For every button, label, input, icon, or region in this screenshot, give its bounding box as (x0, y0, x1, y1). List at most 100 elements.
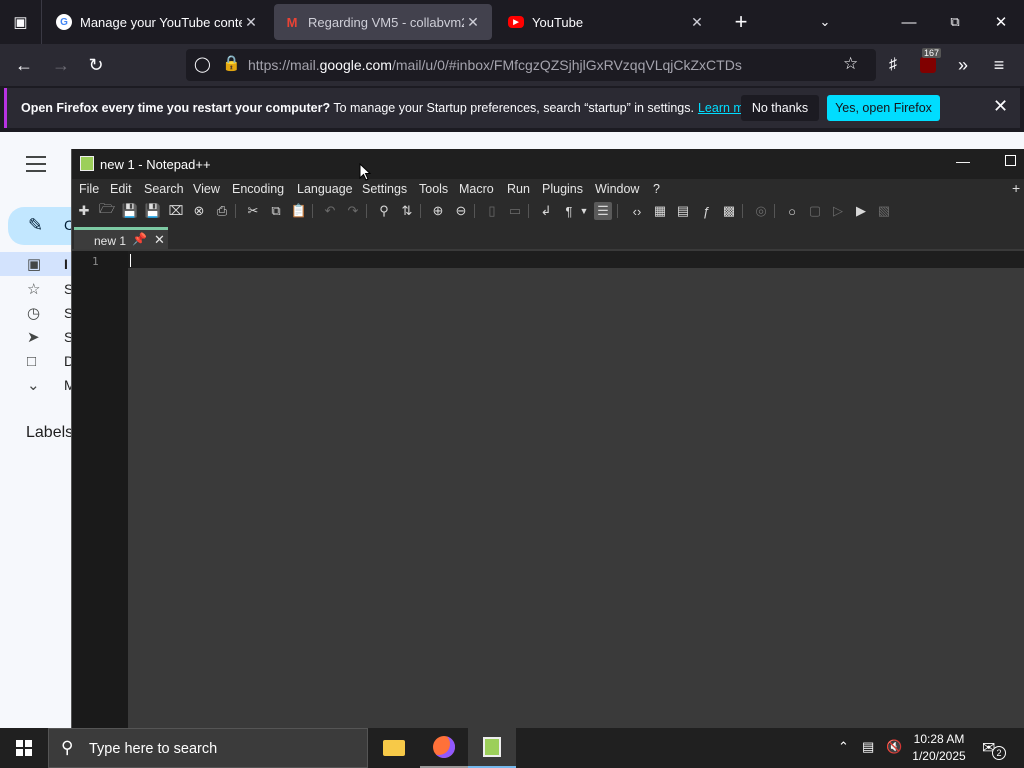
menu-plugins[interactable]: Plugins (542, 182, 583, 196)
file-explorer-app[interactable] (370, 728, 418, 768)
url-text[interactable]: https://mail.google.com/mail/u/0/#inbox/… (248, 57, 742, 73)
close-tab-icon[interactable]: ✕ (688, 14, 706, 31)
xml-tags-icon[interactable]: ‹› (628, 202, 646, 220)
ublock-extension-icon[interactable]: 167 (913, 48, 943, 80)
save-all-icon[interactable]: 💾 (144, 202, 162, 220)
back-arrow-icon[interactable]: ← (9, 50, 39, 80)
menu-edit[interactable]: Edit (110, 182, 132, 196)
close-tab-icon[interactable]: ✕ (242, 14, 260, 31)
open-folder-icon[interactable]: 🗁 (98, 201, 116, 220)
hamburger-menu-icon[interactable]: ≡ (984, 50, 1014, 80)
play-macro-icon[interactable]: ▷ (829, 202, 847, 220)
paste-icon[interactable]: 📋 (290, 202, 308, 220)
forward-arrow-icon[interactable]: → (46, 50, 76, 80)
google-favicon-icon: G (56, 14, 72, 30)
firefox-app[interactable] (420, 728, 468, 768)
minimize-window-icon[interactable]: — (886, 0, 932, 44)
dropdown-arrow-icon[interactable]: ▼ (578, 202, 590, 220)
maximize-icon[interactable] (1005, 155, 1016, 166)
close-window-icon[interactable]: ✕ (978, 0, 1024, 44)
save-macro-icon[interactable]: ▧ (875, 202, 893, 220)
close-tab-icon[interactable]: ✕ (154, 232, 165, 248)
nav-sent[interactable]: ➤ S (0, 325, 80, 349)
zoom-out-icon[interactable]: ⊖ (452, 202, 470, 220)
show-hidden-icons-chevron-icon[interactable]: ⌃ (838, 739, 849, 755)
document-map-icon[interactable]: ▦ (651, 202, 669, 220)
word-wrap-icon[interactable]: ↲ (537, 202, 555, 220)
menu-help[interactable]: ? (653, 182, 660, 196)
document-list-icon[interactable]: ▤ (674, 202, 692, 220)
indent-guide-icon[interactable]: ☰ (594, 202, 612, 220)
redo-icon[interactable]: ↷ (344, 202, 362, 220)
tab-manage-youtube-content[interactable]: G Manage your YouTube content ✕ (46, 4, 270, 40)
inbox-icon: ▣ (27, 256, 42, 273)
undo-icon[interactable]: ↶ (321, 202, 339, 220)
find-magnifier-icon[interactable]: ⚲ (375, 202, 393, 220)
replace-icon[interactable]: ⇅ (398, 202, 416, 220)
close-tab-icon[interactable]: ✕ (464, 14, 482, 31)
print-icon[interactable]: ⎙ (213, 202, 231, 220)
menu-run[interactable]: Run (507, 182, 530, 196)
save-icon[interactable]: 💾 (121, 202, 139, 220)
add-menu-plus-icon[interactable]: + (1012, 180, 1020, 196)
tab-regarding-vm5[interactable]: M Regarding VM5 - collabvm220 ✕ (274, 4, 492, 40)
new-tab-plus-icon[interactable]: + (718, 0, 764, 44)
menu-window[interactable]: Window (595, 182, 639, 196)
close-notification-icon[interactable]: ✕ (993, 96, 1008, 117)
extensions-puzzle-icon[interactable]: ♯ (878, 50, 908, 80)
close-all-icon[interactable]: ⊗ (190, 202, 208, 220)
menu-encoding[interactable]: Encoding (232, 182, 284, 196)
npp-title-bar[interactable]: new 1 - Notepad++ — (72, 149, 1024, 179)
folder-as-workspace-icon[interactable]: ▩ (720, 202, 738, 220)
copy-icon[interactable]: ⧉ (267, 202, 285, 220)
doc-tab-new-1[interactable]: new 1 📌 ✕ (74, 227, 168, 249)
menu-search[interactable]: Search (144, 182, 184, 196)
record-macro-icon[interactable]: ○ (783, 202, 801, 220)
more-tools-chevrons-icon[interactable]: » (948, 50, 978, 80)
close-file-icon[interactable]: ⌧ (167, 202, 185, 220)
pin-icon[interactable]: 📌 (132, 232, 147, 246)
zoom-in-icon[interactable]: ⊕ (429, 202, 447, 220)
menu-view[interactable]: View (193, 182, 220, 196)
main-menu-icon[interactable] (26, 156, 46, 172)
sync-horizontal-icon[interactable]: ▭ (506, 202, 524, 220)
menu-language[interactable]: Language (297, 182, 353, 196)
editor-area[interactable]: 1 (72, 251, 1024, 728)
firefox-view-icon[interactable]: ▣ (0, 0, 42, 44)
start-button[interactable] (0, 728, 48, 768)
reload-icon[interactable]: ↻ (81, 50, 111, 80)
tracking-shield-icon[interactable]: ◯ (194, 55, 211, 73)
nav-inbox[interactable]: ▣ I (0, 252, 80, 276)
new-file-icon[interactable]: ✚ (75, 202, 93, 220)
address-bar[interactable]: ◯ 🔒 https://mail.google.com/mail/u/0/#in… (186, 49, 876, 81)
no-thanks-button[interactable]: No thanks (741, 95, 819, 121)
menu-macro[interactable]: Macro (459, 182, 494, 196)
list-all-tabs-chevron-icon[interactable]: ⌄ (802, 0, 848, 44)
network-icon[interactable]: ▤ (862, 739, 874, 755)
nav-snoozed[interactable]: ◷ S (0, 301, 80, 325)
function-list-icon[interactable]: ƒ (697, 202, 715, 220)
menu-settings[interactable]: Settings (362, 182, 407, 196)
url-prefix: https://mail. (248, 57, 320, 73)
stop-macro-icon[interactable]: ▢ (806, 202, 824, 220)
restore-window-icon[interactable]: ⧉ (932, 0, 978, 44)
clock[interactable]: 10:28 AM 1/20/2025 (910, 731, 968, 765)
run-macro-multiple-icon[interactable]: ▶ (852, 202, 870, 220)
bookmark-star-icon[interactable]: ☆ (843, 54, 858, 74)
notepadpp-app[interactable] (468, 728, 516, 768)
show-all-characters-icon[interactable]: ¶ (560, 202, 578, 220)
monitoring-icon[interactable]: ◎ (752, 202, 770, 220)
nav-drafts[interactable]: □ D (0, 349, 80, 373)
nav-starred[interactable]: ☆ S (0, 277, 80, 301)
nav-more[interactable]: ⌄ M (0, 373, 80, 397)
menu-file[interactable]: File (79, 182, 99, 196)
yes-open-firefox-button[interactable]: Yes, open Firefox (827, 95, 940, 121)
menu-tools[interactable]: Tools (419, 182, 448, 196)
volume-muted-icon[interactable]: 🔇 (886, 739, 902, 755)
sync-vertical-icon[interactable]: ▯ (483, 202, 501, 220)
minimize-icon[interactable]: — (956, 153, 970, 169)
tab-youtube[interactable]: ▶ YouTube ✕ (498, 4, 716, 40)
taskbar-search-box[interactable]: ⚲ Type here to search (48, 728, 368, 768)
cut-scissors-icon[interactable]: ✂ (244, 202, 262, 220)
lock-icon[interactable]: 🔒 (222, 54, 241, 72)
